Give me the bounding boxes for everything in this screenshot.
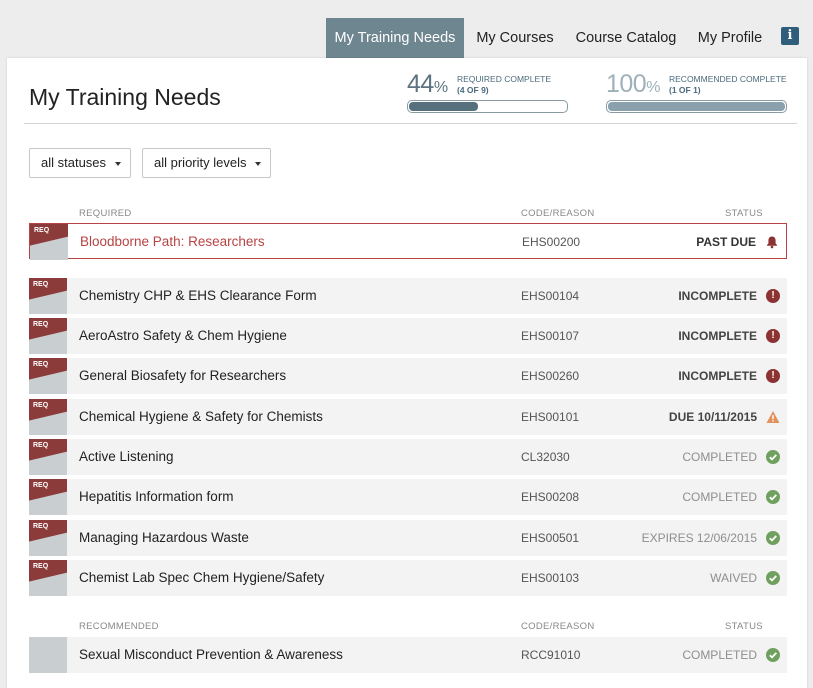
req-tag: REQ xyxy=(29,560,67,596)
col-header-required: REQUIRED xyxy=(79,208,132,219)
course-code: EHS00501 xyxy=(521,531,580,545)
check-circle-icon xyxy=(766,490,780,504)
warning-triangle-icon xyxy=(766,411,780,423)
tab-label: Course Catalog xyxy=(575,30,677,46)
required-progress-label: REQUIRED COMPLETE (4 OF 9) xyxy=(457,74,551,95)
col-header-recommended: RECOMMENDED xyxy=(79,621,159,632)
recommended-progress-label: RECOMMENDED COMPLETE (1 OF 1) xyxy=(669,74,787,95)
check-circle-icon xyxy=(766,648,780,662)
recommended-progress: 100% RECOMMENDED COMPLETE (1 OF 1) xyxy=(606,70,788,116)
course-name-link[interactable]: Managing Hazardous Waste xyxy=(79,520,249,556)
caret-down-icon xyxy=(255,162,261,166)
recommended-progress-bar xyxy=(606,100,787,113)
course-code: EHS00103 xyxy=(521,571,580,585)
col-header-code: CODE/REASON xyxy=(521,208,595,219)
table-row[interactable]: REQ Chemist Lab Spec Chem Hygiene/Safety E… xyxy=(29,560,787,596)
course-name-link[interactable]: Chemical Hygiene & Safety for Chemists xyxy=(79,399,323,435)
rec-tag xyxy=(29,637,67,673)
table-row[interactable]: REQ Bloodborne Path: Researchers EHS00200 P… xyxy=(29,223,787,260)
course-code: EHS00208 xyxy=(521,490,580,504)
course-code: RCC91010 xyxy=(521,648,581,662)
col-header-status: STATUS xyxy=(725,621,763,632)
course-name-link[interactable]: Bloodborne Path: Researchers xyxy=(80,224,265,260)
course-status: COMPLETED xyxy=(682,450,757,464)
table-row[interactable]: REQ General Biosafety for Researchers EHS0… xyxy=(29,358,787,394)
recommended-percent: 100% xyxy=(606,70,660,98)
check-circle-icon xyxy=(766,450,780,464)
table-row[interactable]: REQ AeroAstro Safety & Chem Hygiene EHS001… xyxy=(29,318,787,354)
req-tag: REQ xyxy=(29,278,67,314)
table-row[interactable]: REQ Chemical Hygiene & Safety for Chemist… xyxy=(29,399,787,435)
table-row[interactable]: REQ Chemistry CHP & EHS Clearance Form EHS… xyxy=(29,278,787,314)
req-tag: REQ xyxy=(29,399,67,435)
required-progress: 44% REQUIRED COMPLETE (4 OF 9) xyxy=(407,70,569,116)
table-row[interactable]: REQ Active Listening CL32030 COMPLETED xyxy=(29,439,787,475)
bell-icon xyxy=(767,236,777,249)
course-status: INCOMPLETE xyxy=(678,329,757,343)
tab-my-profile[interactable]: My Profile xyxy=(688,18,772,58)
tab-my-courses[interactable]: My Courses xyxy=(466,18,564,58)
course-status: COMPLETED xyxy=(682,490,757,504)
course-code: EHS00260 xyxy=(521,369,580,383)
page-title: My Training Needs xyxy=(29,84,221,110)
tab-label: My Courses xyxy=(476,30,554,46)
course-name-link[interactable]: Sexual Misconduct Prevention & Awareness xyxy=(79,637,343,673)
req-tag: REQ xyxy=(29,358,67,394)
course-code: EHS00107 xyxy=(521,329,580,343)
req-tag: REQ xyxy=(29,479,67,515)
col-header-code: CODE/REASON xyxy=(521,621,595,632)
course-code: EHS00200 xyxy=(522,235,581,249)
course-name-link[interactable]: Hepatitis Information form xyxy=(79,479,234,515)
status-filter-dropdown[interactable]: all statuses xyxy=(29,148,131,178)
required-percent: 44% xyxy=(407,70,448,98)
priority-filter-dropdown[interactable]: all priority levels xyxy=(142,148,271,178)
priority-filter-value: all priority levels xyxy=(154,155,247,170)
check-circle-icon xyxy=(766,531,780,545)
recommended-progress-fill xyxy=(608,102,785,111)
req-tag: REQ xyxy=(29,439,67,475)
caret-down-icon xyxy=(115,162,121,166)
course-status: COMPLETED xyxy=(682,648,757,662)
tab-my-training-needs[interactable]: My Training Needs xyxy=(326,18,464,66)
req-tag: REQ xyxy=(30,224,68,260)
course-status: INCOMPLETE xyxy=(678,289,757,303)
exclamation-circle-icon: ! xyxy=(766,289,780,303)
exclamation-circle-icon: ! xyxy=(766,329,780,343)
tab-label: My Profile xyxy=(697,30,763,46)
col-header-status: STATUS xyxy=(725,208,763,219)
header-divider xyxy=(24,123,797,124)
exclamation-circle-icon: ! xyxy=(766,369,780,383)
required-progress-bar xyxy=(407,100,568,113)
course-name-link[interactable]: Active Listening xyxy=(79,439,174,475)
course-name-link[interactable]: Chemistry CHP & EHS Clearance Form xyxy=(79,278,317,314)
course-status: PAST DUE xyxy=(696,235,756,249)
status-filter-value: all statuses xyxy=(41,155,107,170)
table-row[interactable]: Sexual Misconduct Prevention & Awareness… xyxy=(29,637,787,673)
course-name-link[interactable]: AeroAstro Safety & Chem Hygiene xyxy=(79,318,287,354)
course-name-link[interactable]: General Biosafety for Researchers xyxy=(79,358,286,394)
table-row[interactable]: REQ Hepatitis Information form EHS00208 COM… xyxy=(29,479,787,515)
course-status: DUE 10/11/2015 xyxy=(668,410,757,424)
req-tag: REQ xyxy=(29,318,67,354)
course-name-link[interactable]: Chemist Lab Spec Chem Hygiene/Safety xyxy=(79,560,324,596)
main-panel: My Training Needs 44% REQUIRED COMPLETE … xyxy=(7,58,807,688)
tab-label: My Training Needs xyxy=(334,30,456,46)
course-code: EHS00104 xyxy=(521,289,580,303)
req-tag: REQ xyxy=(29,520,67,556)
info-icon[interactable]: i xyxy=(781,27,799,45)
check-circle-icon xyxy=(766,571,780,585)
required-progress-fill xyxy=(409,102,479,111)
course-code: EHS00101 xyxy=(521,410,580,424)
course-status: INCOMPLETE xyxy=(678,369,757,383)
top-nav: My Training Needs My Courses Course Cata… xyxy=(0,18,813,66)
table-row[interactable]: REQ Managing Hazardous Waste EHS00501 EXPIR… xyxy=(29,520,787,556)
course-status: WAIVED xyxy=(710,571,757,585)
course-status: EXPIRES 12/06/2015 xyxy=(641,531,757,545)
tab-course-catalog[interactable]: Course Catalog xyxy=(566,18,686,58)
course-code: CL32030 xyxy=(521,450,570,464)
